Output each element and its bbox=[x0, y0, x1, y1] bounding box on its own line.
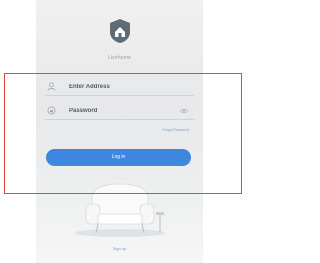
password-input[interactable] bbox=[69, 105, 179, 116]
email-input[interactable] bbox=[69, 81, 179, 92]
password-field[interactable] bbox=[45, 103, 194, 120]
armchair-illustration bbox=[70, 178, 170, 238]
forgot-password-link[interactable]: Forgot Password bbox=[163, 128, 189, 132]
home-shield-icon bbox=[109, 18, 131, 44]
email-field[interactable] bbox=[45, 79, 194, 96]
eye-icon[interactable] bbox=[180, 108, 188, 114]
brand-name: Livehome bbox=[107, 55, 132, 61]
user-icon bbox=[47, 82, 56, 91]
signup-link[interactable]: Sign up bbox=[36, 246, 203, 251]
login-screen: Livehome Forgot Password Log in bbox=[36, 0, 203, 263]
login-button[interactable]: Log in bbox=[46, 149, 191, 166]
lock-icon bbox=[47, 106, 56, 115]
